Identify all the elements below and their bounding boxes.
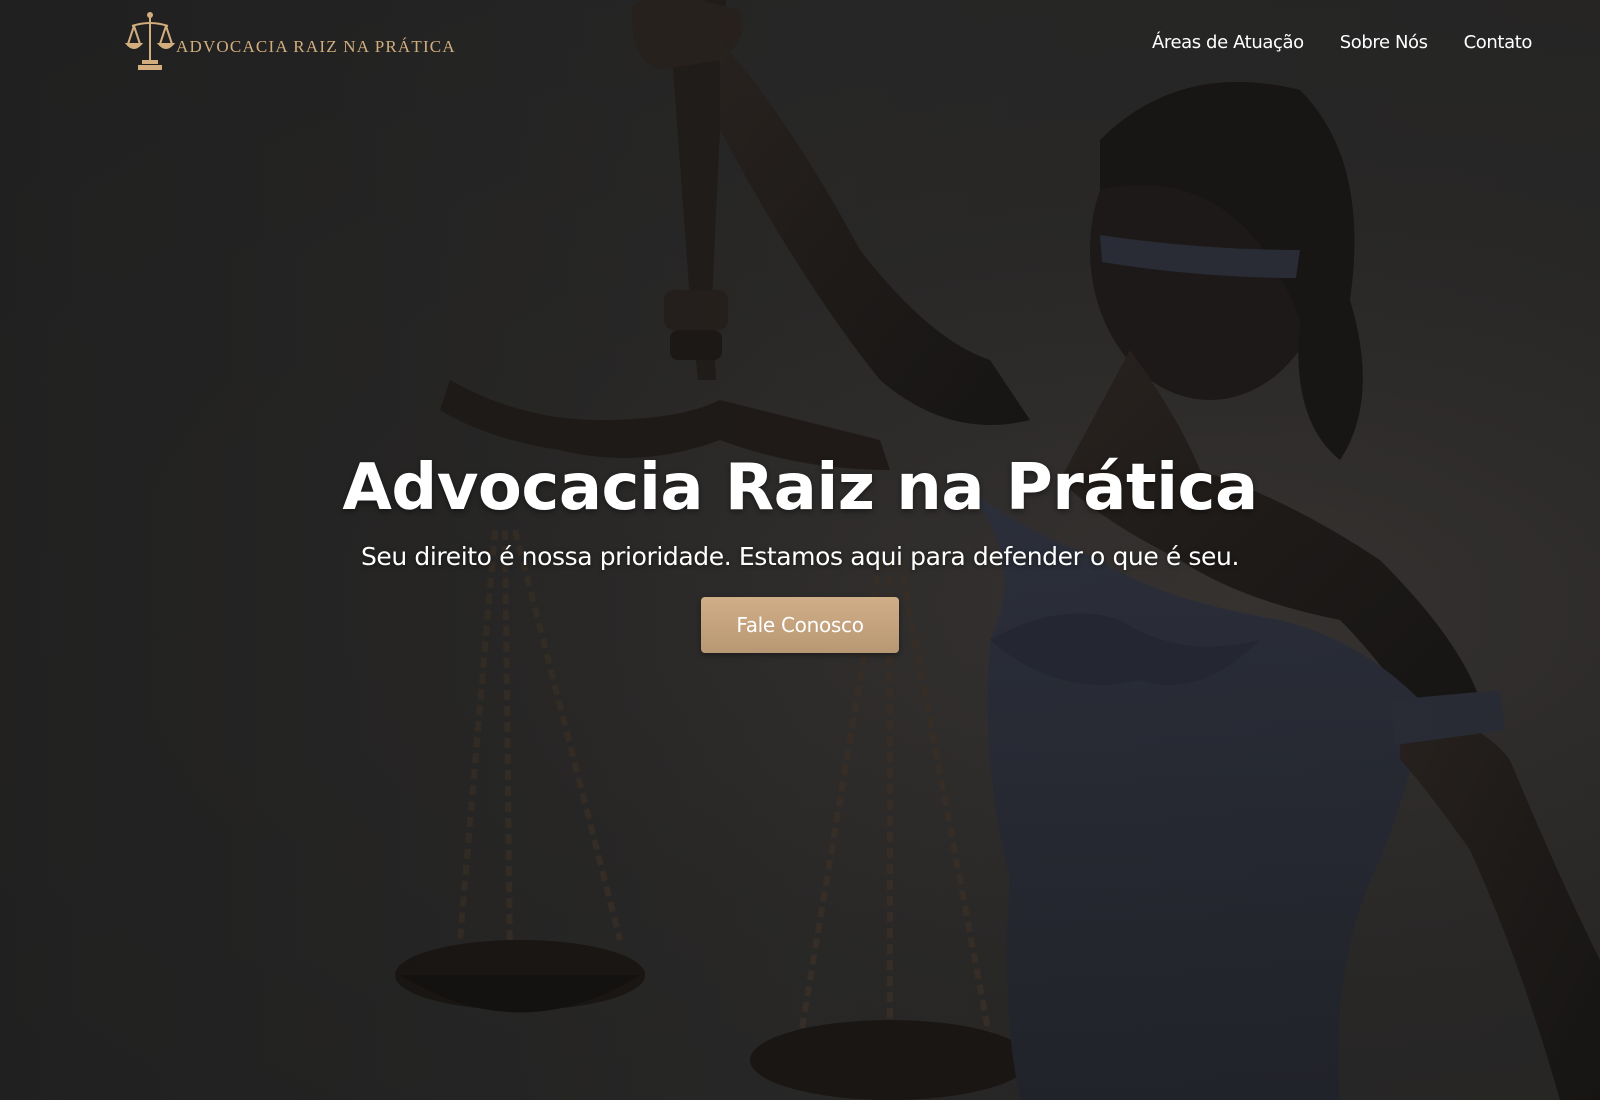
hero-subtitle: Seu direito é nossa prioridade. Estamos … xyxy=(360,542,1240,571)
hero-title: Advocacia Raiz na Prática xyxy=(342,451,1258,525)
brand-name: ADVOCACIA RAIZ NA PRÁTICA xyxy=(176,37,456,56)
nav-item-contato[interactable]: Contato xyxy=(1464,32,1533,53)
nav-item-sobre-nos[interactable]: Sobre Nós xyxy=(1340,32,1428,53)
scales-of-justice-icon xyxy=(124,10,176,77)
hero-section: ADVOCACIA RAIZ NA PRÁTICA Áreas de Atuaç… xyxy=(0,0,1600,1100)
nav-item-areas-de-atuacao[interactable]: Áreas de Atuação xyxy=(1152,32,1304,53)
hero-content: Advocacia Raiz na Prática Seu direito é … xyxy=(0,448,1600,653)
fale-conosco-button[interactable]: Fale Conosco xyxy=(701,597,899,653)
main-nav: Áreas de Atuação Sobre Nós Contato xyxy=(1152,32,1532,53)
site-header: ADVOCACIA RAIZ NA PRÁTICA Áreas de Atuaç… xyxy=(0,0,1600,96)
brand-logo[interactable]: ADVOCACIA RAIZ NA PRÁTICA xyxy=(124,10,456,77)
